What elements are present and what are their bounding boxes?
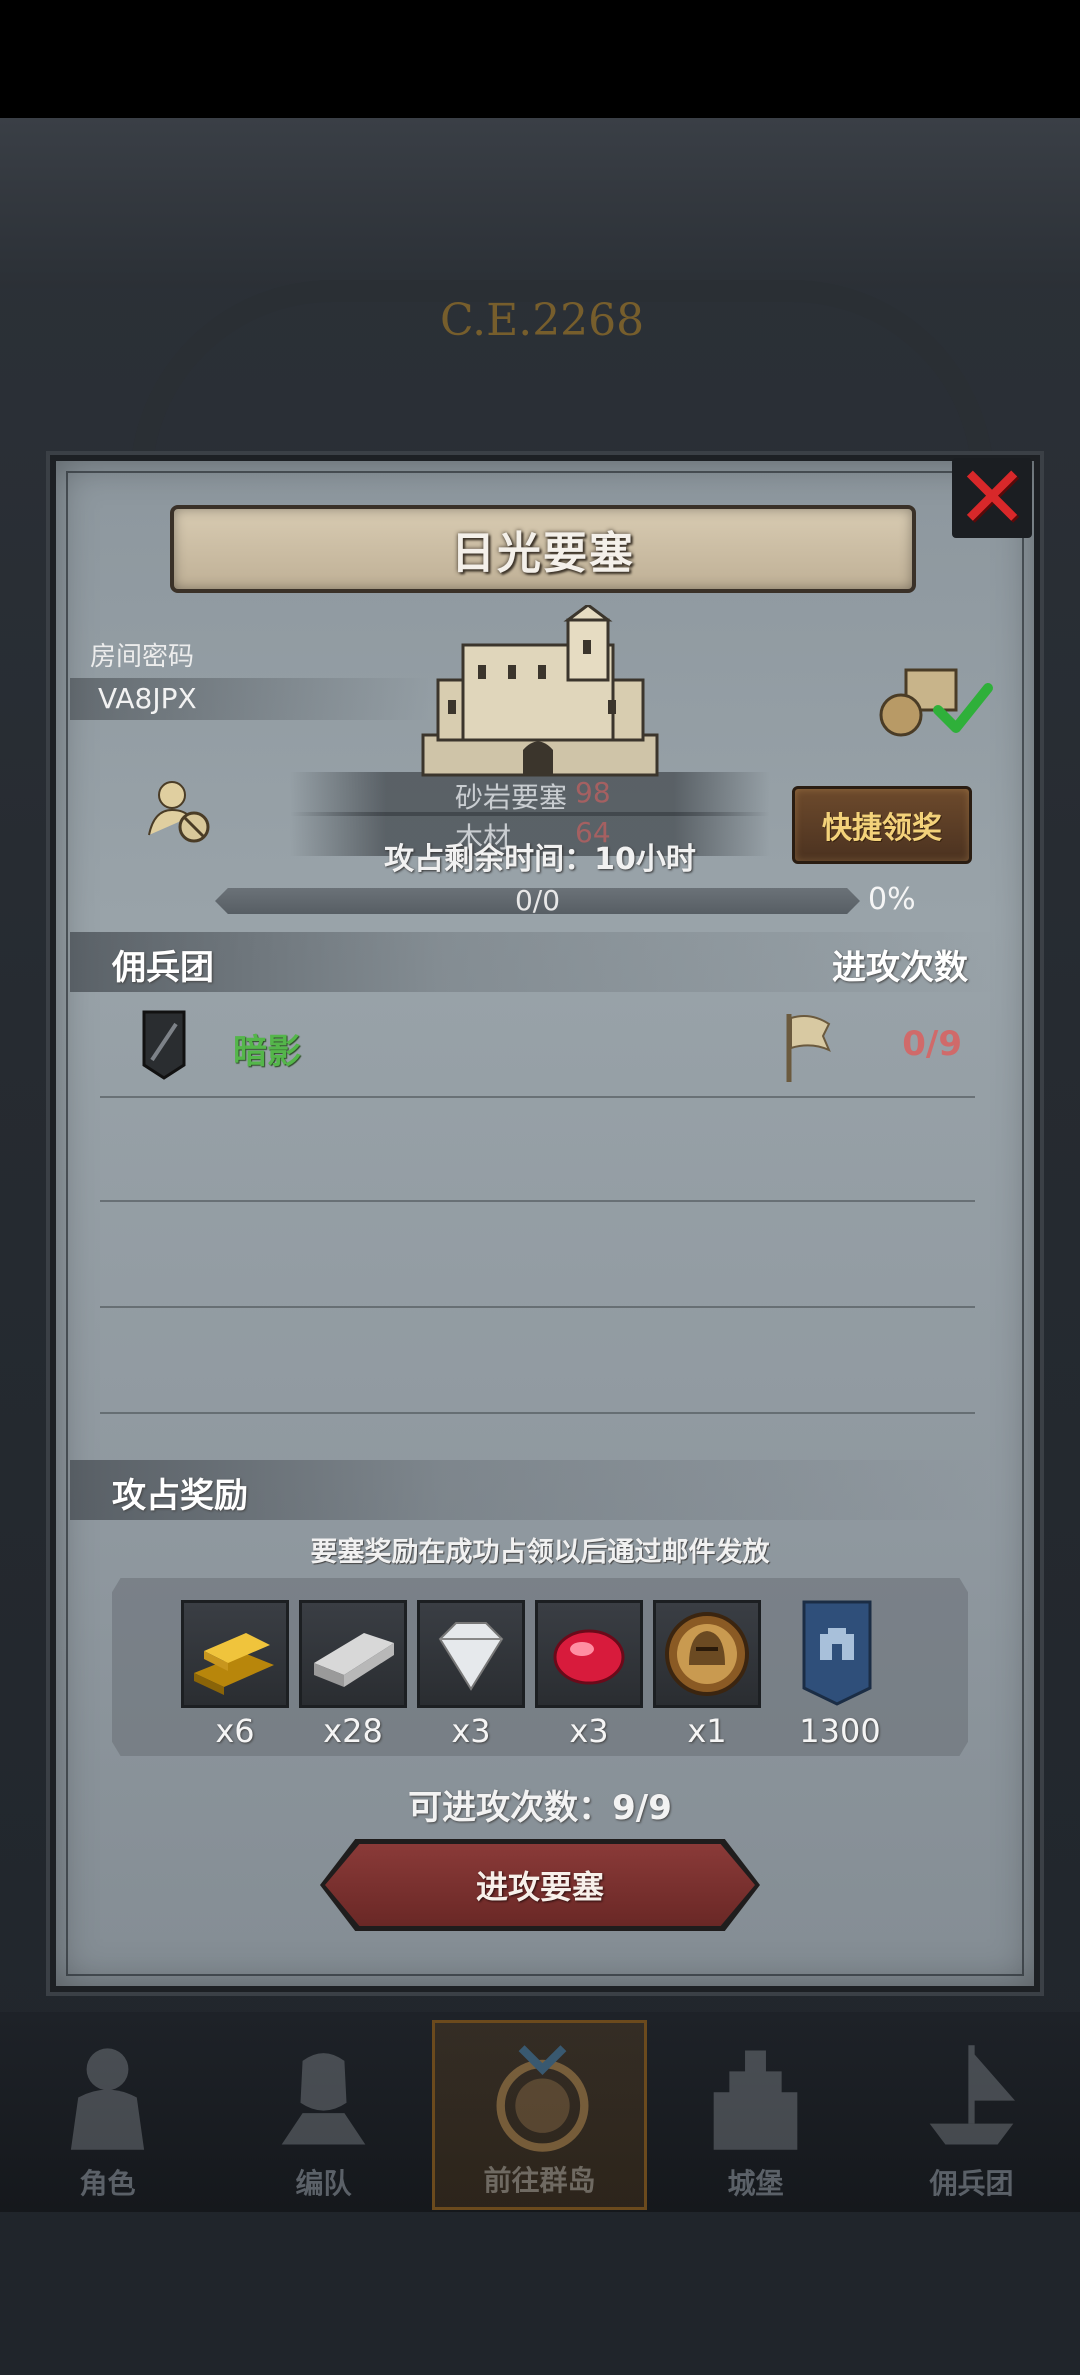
nav-item-islands[interactable]: 前往群岛 [432,2020,647,2210]
reward-count: x3 [569,1712,609,1750]
attack-fortress-button[interactable]: 进攻要塞 [325,1844,755,1926]
reward-header: 攻占奖励 [112,1476,248,1516]
castle-icon [713,2050,798,2150]
nav-item-mercenary[interactable]: 佣兵团 [864,2020,1079,2210]
era-label: C.E.2268 [440,295,645,346]
quick-claim-button[interactable]: 快捷领奖 [792,786,972,864]
reward-item[interactable] [299,1600,407,1708]
reward-item[interactable] [790,1600,898,1708]
reward-note: 要塞奖励在成功占领以后通过邮件发放 [310,1537,770,1568]
reward-count: x3 [451,1712,491,1750]
reward-item[interactable] [181,1600,289,1708]
row-divider [100,1200,975,1202]
nav-item-castle[interactable]: 城堡 [648,2020,863,2210]
sword-shield-icon [142,1010,186,1080]
reward-item[interactable] [535,1600,643,1708]
nav-label: 角色 [79,2167,136,2200]
reward-count: x1 [687,1712,727,1750]
resource-name: 砂岩要塞 [455,781,568,814]
remaining-time: 攻占剩余时间：10小时 [384,842,696,877]
close-button[interactable]: ✕ [952,448,1032,548]
ruby-icon [553,1629,625,1685]
islands-icon [496,2045,589,2152]
background-header [0,118,1080,288]
nav-label: 编队 [295,2167,352,2200]
close-icon: ✕ [955,448,1029,548]
reward-item[interactable] [417,1600,525,1708]
reward-item[interactable] [653,1600,761,1708]
mercenary-attack-count: 0/9 [902,1024,962,1064]
reward-count: 1300 [799,1712,881,1750]
resource-value: 98 [575,776,611,809]
dialog-title: 日光要塞 [451,528,635,579]
fortress-castle-icon [421,605,659,777]
reward-count: x6 [215,1712,255,1750]
title-banner: 日光要塞 [170,505,916,593]
room-code-value[interactable]: VA8JPX [70,678,430,720]
nav-label: 佣兵团 [929,2167,1014,2200]
iron-bar-icon [314,1633,394,1687]
mercenary-row[interactable]: 暗影 0/9 [70,1000,1000,1095]
nav-label: 前往群岛 [483,2164,596,2197]
attack-button-label: 进攻要塞 [475,1868,604,1906]
nav-label: 城堡 [727,2167,784,2200]
gold-bar-icon [194,1633,274,1695]
reward-count: x28 [323,1712,383,1750]
attempts-remaining: 可进攻次数：9/9 [408,1788,672,1828]
formation-icon [281,2053,366,2145]
row-divider [100,1412,975,1414]
character-icon [70,2048,145,2150]
resource-bag-icon [879,668,993,737]
member-block-icon[interactable] [144,775,214,845]
knight-helmet-coin-icon [665,1612,749,1696]
mercenary-ship-icon [929,2045,1016,2145]
flag-icon [786,1014,831,1082]
mercenary-header: 佣兵团 [112,948,214,988]
diamond-icon [438,1622,504,1691]
mercenary-name: 暗影 [233,1032,301,1072]
nav-item-character[interactable]: 角色 [0,2020,215,2210]
row-divider [100,1096,975,1098]
row-divider [100,1306,975,1308]
nav-item-formation[interactable]: 编队 [216,2020,431,2210]
castle-banner-icon [802,1600,872,1706]
status-bar [0,0,1080,118]
capture-progress-text: 0/0 [514,884,561,917]
attack-count-header: 进攻次数 [832,948,968,988]
room-code-label: 房间密码 [90,642,195,672]
quick-claim-label: 快捷领奖 [822,811,942,846]
bottom-strip [0,2212,1080,2375]
capture-progress-percent: 0% [868,882,916,917]
